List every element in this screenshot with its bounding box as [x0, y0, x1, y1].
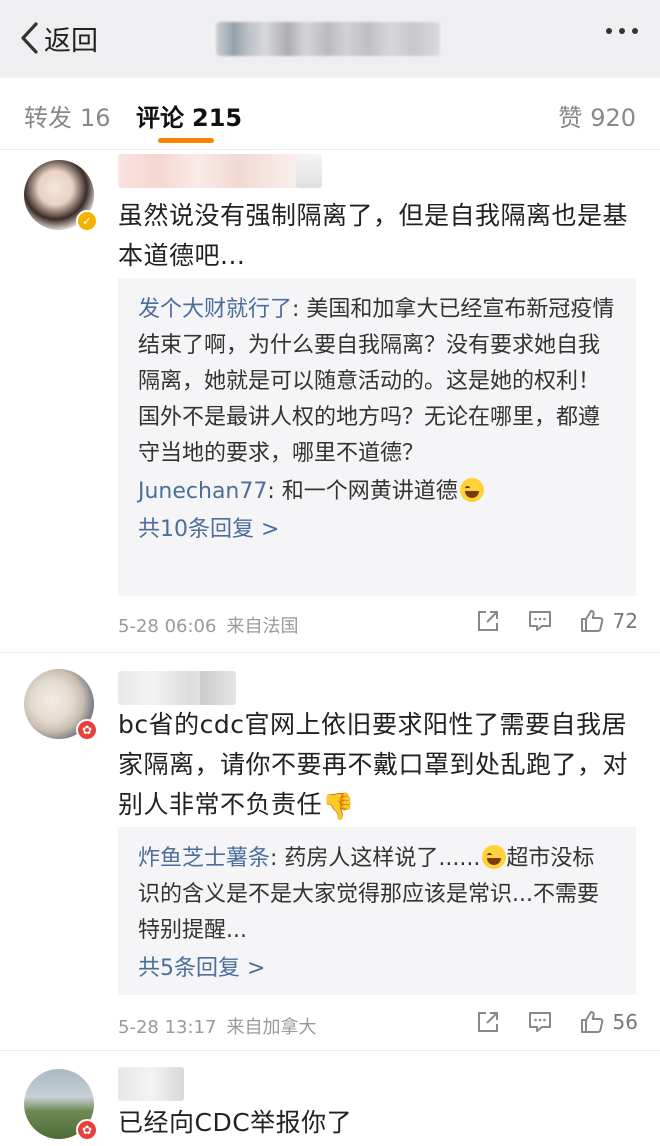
- tab-reposts[interactable]: 转发 16: [24, 98, 111, 133]
- comment-time: 5-28 13:17: [118, 1017, 217, 1038]
- share-icon: [477, 1012, 498, 1032]
- reply-author[interactable]: Junechan77: [138, 479, 267, 504]
- back-button[interactable]: 返回: [18, 18, 98, 58]
- comment-item: ✿ 已经向CDC举报你了: [0, 1051, 660, 1146]
- blurred-post-title: [216, 22, 440, 56]
- chevron-left-icon: [21, 22, 38, 54]
- thumbs-down-emoji-icon: 👎: [322, 792, 355, 822]
- comment-item: ✓ 虽然说没有强制隔离了，但是自我隔离也是基本道德吧... 发个大财就行了: 美…: [0, 150, 660, 650]
- back-label: 返回: [44, 25, 98, 57]
- comment-actions: 72: [449, 608, 638, 634]
- red-badge-icon: ✿: [76, 719, 98, 741]
- blurred-username-tail: [200, 671, 236, 705]
- reply: 炸鱼芝士薯条: 药房人这样说了...... 超市没标识的含义是不是大家觉得那应该是…: [138, 841, 616, 949]
- reply-box[interactable]: 炸鱼芝士薯条: 药房人这样说了...... 超市没标识的含义是不是大家觉得那应该是…: [118, 827, 636, 995]
- view-more-replies-link[interactable]: 共5条回复 >: [138, 951, 616, 987]
- comment-icon: [528, 1012, 551, 1032]
- share-icon: [477, 611, 498, 631]
- more-icon[interactable]: [606, 28, 638, 34]
- tab-reposts-count: 16: [80, 104, 111, 132]
- comment-location: 来自法国: [226, 616, 299, 637]
- like-count: 72: [612, 609, 638, 633]
- red-badge-icon: ✿: [76, 1119, 98, 1141]
- tab-comments-label: 评论: [136, 104, 184, 132]
- reply: 发个大财就行了: 美国和加拿大已经宣布新冠疫情结束了啊，为什么要自我隔离？没有要…: [138, 292, 616, 472]
- reply-button[interactable]: [527, 1009, 553, 1035]
- reply-author[interactable]: 发个大财就行了: [138, 297, 292, 322]
- reply-text: : 美国和加拿大已经宣布新冠疫情结束了啊，为什么要自我隔离？没有要求她自我隔离，…: [138, 297, 615, 466]
- reply-text: : 和一个网黄讲道德: [267, 479, 458, 504]
- view-more-replies-link[interactable]: 共10条回复 >: [138, 512, 616, 548]
- comment-meta: 5-28 13:17 来自加拿大: [118, 1013, 316, 1039]
- tab-reposts-label: 转发: [24, 104, 72, 132]
- blurred-username-tail: [296, 154, 322, 188]
- comment-location: 来自加拿大: [226, 1017, 317, 1038]
- reply-author[interactable]: 炸鱼芝士薯条: [138, 846, 270, 871]
- blurred-username[interactable]: [118, 1067, 184, 1101]
- reply: Junechan77: 和一个网黄讲道德: [138, 474, 616, 510]
- comment-item: ✿ bc省的cdc官网上依旧要求阳性了需要自我居家隔离，请你不要再不戴口罩到处乱…: [0, 653, 660, 1049]
- comment-text-body: bc省的cdc官网上依旧要求阳性了需要自我居家隔离，请你不要再不戴口罩到处乱跑了…: [118, 710, 629, 819]
- like-button[interactable]: 72: [579, 608, 638, 634]
- like-button[interactable]: 56: [579, 1009, 638, 1035]
- reply-box[interactable]: 发个大财就行了: 美国和加拿大已经宣布新冠疫情结束了啊，为什么要自我隔离？没有要…: [118, 278, 636, 596]
- active-tab-indicator: [158, 138, 214, 143]
- share-button[interactable]: [475, 608, 501, 634]
- thumbs-up-icon: [580, 610, 603, 632]
- laugh-cry-emoji-icon: [482, 845, 507, 869]
- comment-meta: 5-28 06:06 来自法国: [118, 612, 298, 638]
- comment-text: 已经向CDC举报你了: [118, 1108, 353, 1137]
- tab-likes-count: 920: [590, 104, 636, 132]
- thumbs-up-icon: [580, 1011, 603, 1033]
- blurred-username[interactable]: [118, 154, 318, 188]
- reply-text: : 药房人这样说了......: [270, 846, 481, 871]
- comment-icon: [528, 611, 551, 631]
- like-count: 56: [612, 1010, 638, 1034]
- tab-comments[interactable]: 评论 215: [136, 98, 242, 133]
- top-bar: 返回: [0, 0, 660, 78]
- comment-time: 5-28 06:06: [118, 616, 217, 637]
- reply-button[interactable]: [527, 608, 553, 634]
- comment-text: bc省的cdc官网上依旧要求阳性了需要自我居家隔离，请你不要再不戴口罩到处乱跑了…: [118, 705, 640, 827]
- comment-actions: 56: [449, 1009, 638, 1035]
- share-button[interactable]: [475, 1009, 501, 1035]
- laugh-cry-emoji-icon: [459, 478, 484, 502]
- tab-likes[interactable]: 赞 920: [558, 98, 636, 133]
- comment-text: 虽然说没有强制隔离了，但是自我隔离也是基本道德吧...: [118, 201, 629, 270]
- verified-badge-icon: ✓: [76, 210, 98, 232]
- tab-bar: 转发 16 评论 215 赞 920: [0, 78, 660, 150]
- tab-comments-count: 215: [192, 104, 243, 132]
- tab-likes-label: 赞: [558, 104, 583, 132]
